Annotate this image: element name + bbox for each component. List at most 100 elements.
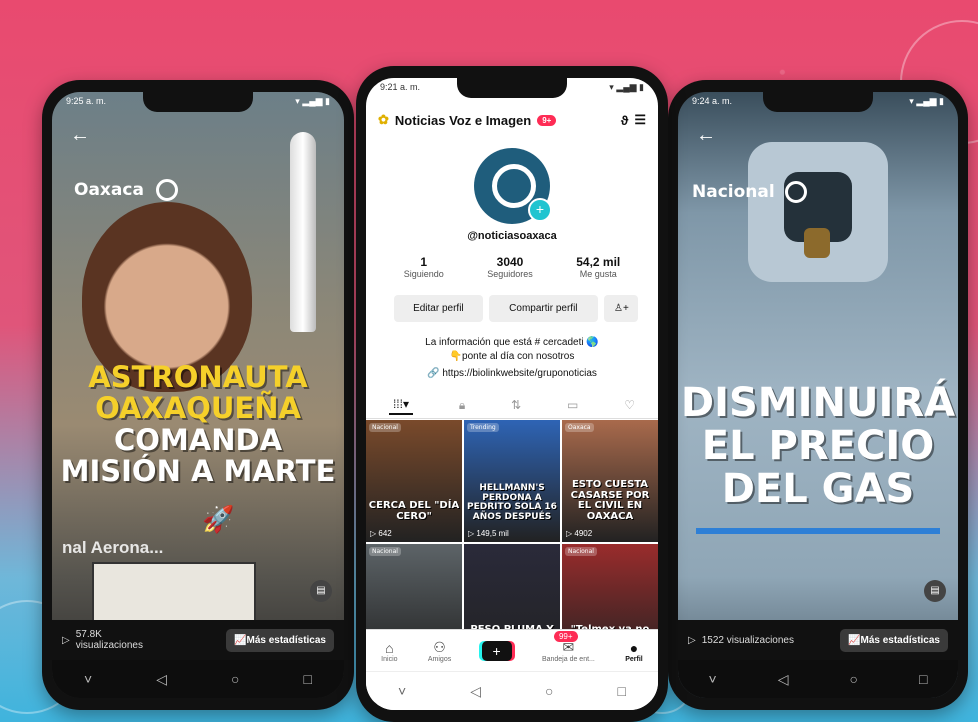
video-screen[interactable]: 9:25 a. m. ▾ ▂▄▆ ▮ ← Oaxaca ASTRONAUTA O… xyxy=(52,92,344,698)
headline-line: DISMINUIRÁ xyxy=(680,380,956,426)
status-icons: ▾ ▂▄▆ ▮ xyxy=(609,82,644,92)
profile-bio: La información que está # cercadeti 🌎 👇p… xyxy=(425,337,599,362)
views-number: 57.8K xyxy=(75,629,102,640)
brand-logo-icon xyxy=(784,181,807,203)
share-profile-button[interactable]: Compartir perfil xyxy=(488,295,598,322)
back-triangle-icon[interactable]: ◁ xyxy=(156,671,167,688)
avatar[interactable]: + xyxy=(474,148,552,224)
stats-bar: ▷ 1522 visualizaciones 📈Más estadísticas xyxy=(678,620,958,660)
view-count: ▷ 57.8K visualizaciones xyxy=(62,629,143,651)
headline-line: COMANDA xyxy=(113,422,283,457)
video-view-count: ▷ 149,5 mil xyxy=(468,529,509,538)
video-view-count: ▷ 642 xyxy=(370,529,392,538)
tab-liked-heart-icon[interactable]: ♡ xyxy=(624,398,635,412)
region-tag: Nacional xyxy=(686,178,813,206)
nav-create[interactable]: + xyxy=(481,641,512,661)
home-icon: ⌂ xyxy=(385,639,394,656)
back-triangle-icon[interactable]: ◁ xyxy=(778,671,789,688)
headline-line: EL PRECIO xyxy=(701,423,935,470)
views-label: 1522 visualizaciones xyxy=(701,634,794,646)
menu-icon[interactable]: ☰ xyxy=(634,112,646,128)
tab-saved-icon[interactable]: ▭ xyxy=(567,398,578,412)
recents-square-icon[interactable]: □ xyxy=(617,683,625,699)
profile-link[interactable]: 🔗 https://biolinkwebsite/gruponoticias xyxy=(366,368,658,379)
back-arrow-icon[interactable]: ← xyxy=(70,124,90,147)
video-screen[interactable]: 9:24 a. m. ▾ ▂▄▆ ▮ ← Nacional DISMINUIRÁ… xyxy=(678,92,958,698)
status-icons: ▾ ▂▄▆ ▮ xyxy=(295,96,330,106)
android-nav-bar: ˅ ◁ ○ □ xyxy=(678,660,958,698)
add-friend-icon[interactable]: ♙+ xyxy=(604,295,638,322)
play-icon: ▷ xyxy=(62,634,70,646)
home-circle-icon[interactable]: ○ xyxy=(231,671,239,687)
video-caption: CERCA DEL "DÍA CERO" xyxy=(368,500,460,522)
video-category-tag: Trending xyxy=(467,423,499,432)
chevron-down-icon[interactable]: ˅ xyxy=(398,683,406,699)
headline-underline xyxy=(696,528,940,534)
link-icon: 🔗 xyxy=(427,368,440,379)
plus-icon: + xyxy=(481,641,512,661)
creator-tools-icon[interactable]: ϑ xyxy=(621,113,629,128)
status-time: 9:21 a. m. xyxy=(380,82,421,92)
nav-inbox[interactable]: ✉ 99+ Bandeja de ent... xyxy=(542,631,595,663)
inbox-badge: 99+ xyxy=(553,631,578,642)
rocket-image xyxy=(290,132,316,332)
right-phone: 9:24 a. m. ▾ ▂▄▆ ▮ ← Nacional DISMINUIRÁ… xyxy=(668,80,968,710)
tab-private-lock-icon[interactable]: 🔒︎ xyxy=(459,398,465,413)
add-avatar-icon[interactable]: + xyxy=(528,198,552,222)
likes-count[interactable]: 54,2 mil Me gusta xyxy=(576,255,620,279)
logo-ring-icon xyxy=(492,164,536,208)
home-circle-icon[interactable]: ○ xyxy=(850,671,858,687)
recents-square-icon[interactable]: □ xyxy=(303,671,311,687)
back-arrow-icon[interactable]: ← xyxy=(696,124,716,147)
recents-square-icon[interactable]: □ xyxy=(919,671,927,687)
nav-friends[interactable]: ⚇ Amigos xyxy=(428,639,451,663)
chevron-down-icon[interactable]: ˅ xyxy=(84,671,92,687)
bottom-navigation: ⌂ Inicio ⚇ Amigos + ✉ 99+ Bandeja de ent..… xyxy=(366,629,658,672)
profile-buttons: Editar perfil Compartir perfil ♙+ xyxy=(394,295,638,322)
caption-icon[interactable]: ▤ xyxy=(924,580,946,602)
status-time: 9:25 a. m. xyxy=(66,96,107,106)
profile-tabs: ⁞⁞⁞▾ 🔒︎ ⇅ ▭ ♡ xyxy=(366,392,658,419)
headline-line: DEL GAS xyxy=(721,466,915,513)
more-stats-button[interactable]: 📈Más estadísticas xyxy=(226,628,334,652)
headline: DISMINUIRÁ EL PRECIO DEL GAS xyxy=(678,380,958,513)
edit-profile-button[interactable]: Editar perfil xyxy=(394,295,483,322)
profile-screen: 9:21 a. m. ▾ ▂▄▆ ▮ ✿ Noticias Voz e Imag… xyxy=(366,78,658,710)
video-thumbnail[interactable]: Oaxaca ESTO CUESTA CASARSE POR EL CIVIL E… xyxy=(562,420,658,542)
tab-reposts-icon[interactable]: ⇅ xyxy=(511,398,521,412)
following-count[interactable]: 1 Siguiendo xyxy=(404,255,444,279)
brand-logo-icon xyxy=(155,179,178,201)
flower-icon[interactable]: ✿ xyxy=(378,112,389,128)
chart-icon: 📈 xyxy=(848,634,861,646)
account-name[interactable]: Noticias Voz e Imagen xyxy=(395,113,531,128)
video-category-tag: Nacional xyxy=(369,423,401,432)
status-icons: ▾ ▂▄▆ ▮ xyxy=(909,96,944,106)
profile-top-bar: ✿ Noticias Voz e Imagen 9+ ϑ ☰ xyxy=(378,112,646,128)
video-thumbnail[interactable]: Trending HELLMANN'S PERDONA A PEDRITO SOL… xyxy=(464,420,560,542)
views-label: visualizaciones xyxy=(75,640,143,651)
video-category-tag: Nacional xyxy=(565,547,597,556)
background-banner-text: nal Aerona... xyxy=(62,538,164,557)
headline-line: ASTRONAUTA xyxy=(88,360,308,394)
video-caption: HELLMANN'S PERDONA A PEDRITO SOLA 16 AÑO… xyxy=(467,483,557,522)
followers-count[interactable]: 3040 Seguidores xyxy=(487,255,533,279)
nav-home[interactable]: ⌂ Inicio xyxy=(381,640,397,663)
notch xyxy=(763,92,873,112)
android-nav-bar: ˅ ◁ ○ □ xyxy=(366,671,658,710)
tiktok-profile: 9:21 a. m. ▾ ▂▄▆ ▮ ✿ Noticias Voz e Imag… xyxy=(366,78,658,710)
headline-line: MISIÓN A MARTE xyxy=(60,453,336,488)
caption-icon[interactable]: ▤ xyxy=(310,580,332,602)
play-icon: ▷ xyxy=(688,634,696,646)
nav-profile[interactable]: ● Perfil xyxy=(625,640,643,663)
video-category-tag: Oaxaca xyxy=(565,423,594,432)
tab-videos-grid-icon[interactable]: ⁞⁞⁞▾ xyxy=(388,395,413,415)
more-stats-button[interactable]: 📈Más estadísticas xyxy=(840,628,948,652)
home-circle-icon[interactable]: ○ xyxy=(545,683,553,699)
notification-badge: 9+ xyxy=(537,114,557,126)
video-thumbnail[interactable]: Nacional CERCA DEL "DÍA CERO" ▷ 642 xyxy=(366,420,462,542)
status-time: 9:24 a. m. xyxy=(692,96,733,106)
back-triangle-icon[interactable]: ◁ xyxy=(470,683,481,700)
headline: ASTRONAUTA OAXAQUEÑA COMANDA MISIÓN A MA… xyxy=(52,360,344,488)
chevron-down-icon[interactable]: ˅ xyxy=(709,671,717,687)
certificate-image xyxy=(92,562,256,626)
